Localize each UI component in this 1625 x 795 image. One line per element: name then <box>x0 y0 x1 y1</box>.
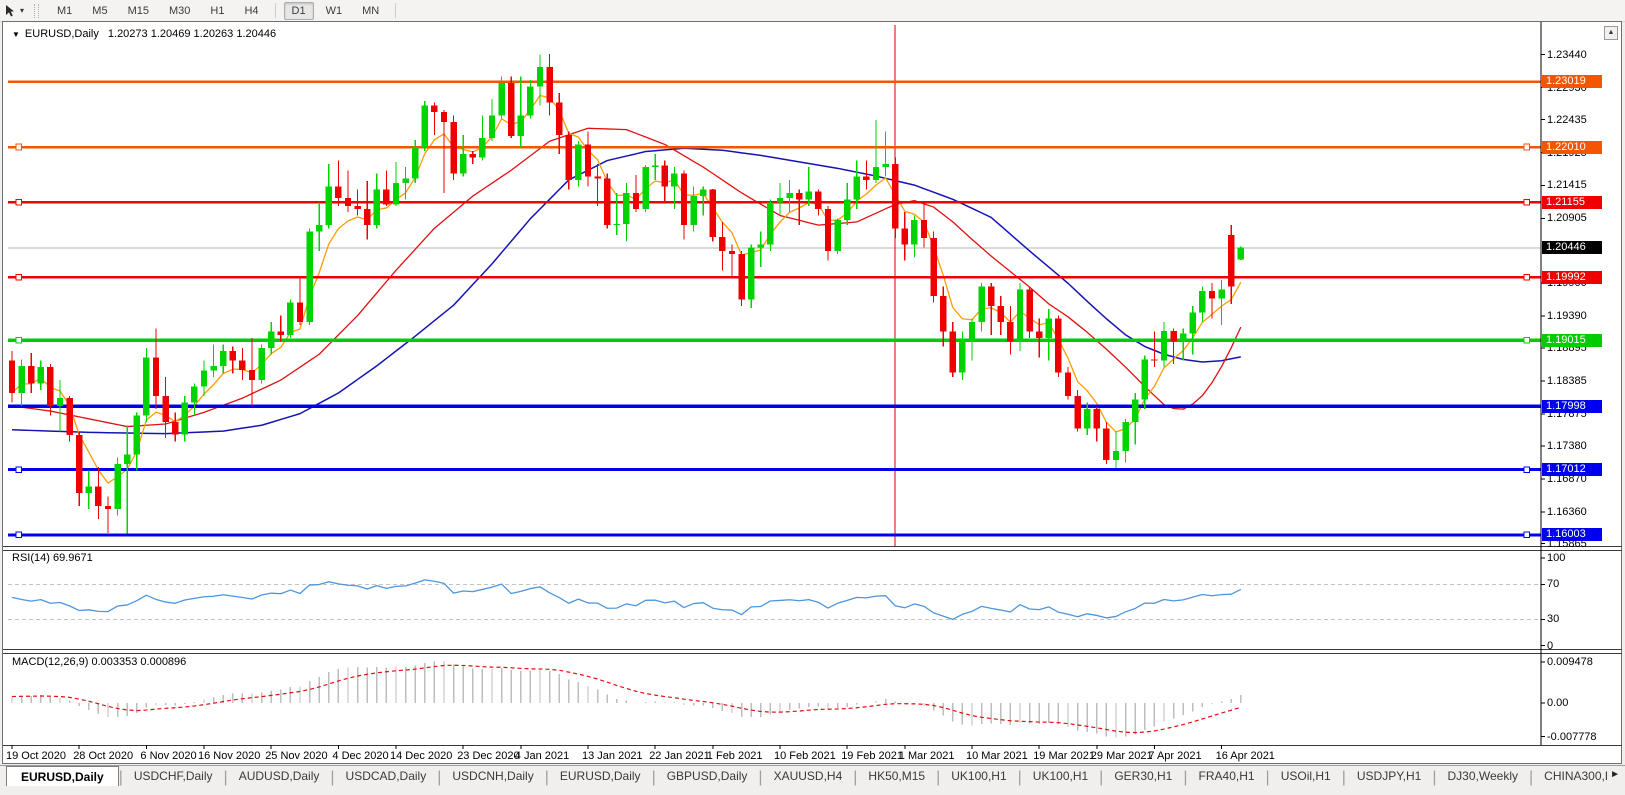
price-tag: 1.19015 <box>1542 334 1602 347</box>
rsi-indicator-label: RSI(14) 69.9671 <box>12 552 93 564</box>
price-tick-label: 1.23440 <box>1547 48 1587 61</box>
chart-tab-ger30-h1[interactable]: GER30,H1 <box>1103 766 1183 786</box>
macd-indicator-label: MACD(12,26,9) 0.003353 0.000896 <box>12 656 187 668</box>
date-label: 19 Feb 2021 <box>841 750 903 762</box>
chart-tab-eurusd-daily[interactable]: EURUSD,Daily <box>6 766 119 786</box>
price-tag: 1.22010 <box>1542 141 1602 154</box>
horizontal-level-lines[interactable] <box>8 80 1541 539</box>
level-line-handle[interactable] <box>1523 143 1531 151</box>
price-tick-label: 1.17380 <box>1547 439 1587 452</box>
chart-tab-usdcad-daily[interactable]: USDCAD,Daily <box>335 766 438 786</box>
rsi-line <box>11 579 1242 620</box>
date-label: 4 Jan 2021 <box>514 750 570 762</box>
level-line-handle[interactable] <box>1523 198 1531 206</box>
chart-header: ▼ EURUSD,Daily 1.20273 1.20469 1.20263 1.2… <box>12 28 276 40</box>
price-tag: 1.19992 <box>1542 271 1602 284</box>
fast-ma-line <box>11 94 1242 484</box>
level-line-handle[interactable] <box>15 531 23 539</box>
level-line-handle[interactable] <box>1523 466 1531 473</box>
rsi-level-label: 100 <box>1547 552 1566 564</box>
price-tick-label: 1.16360 <box>1547 505 1587 518</box>
date-label: 22 Jan 2021 <box>649 750 710 762</box>
chart-tab-usdjpy-h1[interactable]: USDJPY,H1 <box>1346 766 1432 786</box>
main-price-chart[interactable] <box>8 25 1541 546</box>
chart-tab-gbpusd-daily[interactable]: GBPUSD,Daily <box>656 766 759 786</box>
chart-scroll-up-button[interactable]: ▲ <box>1604 26 1618 40</box>
price-tick-label: 1.20905 <box>1547 212 1587 225</box>
chart-ohlc-values: 1.20273 1.20469 1.20263 1.20446 <box>107 28 277 40</box>
chart-tab-eurusd-daily[interactable]: EURUSD,Daily <box>549 766 652 786</box>
level-line-handle[interactable] <box>15 466 23 473</box>
level-line-handle[interactable] <box>15 143 23 151</box>
price-tag: 1.20446 <box>1542 241 1602 254</box>
chart-tab-bar: EURUSD,Daily | USDCHF,Daily | AUDUSD,Daily | U… <box>0 765 1625 786</box>
rsi-level-label: 30 <box>1547 613 1560 626</box>
level-line-handle[interactable] <box>1523 274 1531 281</box>
chart-collapse-icon[interactable]: ▼ <box>12 30 20 39</box>
price-tag: 1.23019 <box>1542 75 1602 88</box>
level-line-handle[interactable] <box>1523 337 1531 344</box>
price-tick-label: 1.19390 <box>1547 310 1587 323</box>
date-label: 23 Dec 2020 <box>457 750 520 762</box>
price-tag: 1.17012 <box>1542 463 1602 476</box>
macd-panel[interactable] <box>11 661 1242 738</box>
price-tick-label: 1.21415 <box>1547 179 1587 192</box>
date-label: 16 Nov 2020 <box>198 750 261 762</box>
date-label: 28 Oct 2020 <box>73 750 134 762</box>
chart-tab-usdcnh-daily[interactable]: USDCNH,Daily <box>441 766 544 786</box>
macd-axis-label: -0.007778 <box>1547 730 1597 743</box>
level-line-handle[interactable] <box>1523 531 1531 539</box>
date-label: 10 Mar 2021 <box>966 750 1028 762</box>
price-tick-label: 1.22435 <box>1547 113 1587 126</box>
tab-scroll-right-icon[interactable]: ► <box>1607 769 1623 780</box>
date-label: 1 Mar 2021 <box>898 750 955 762</box>
macd-axis-label: 0.009478 <box>1547 655 1593 668</box>
candlesticks <box>8 54 1244 534</box>
chart-tab-audusd-daily[interactable]: AUDUSD,Daily <box>228 766 331 786</box>
price-tag: 1.16003 <box>1542 528 1602 541</box>
date-label: 16 Apr 2021 <box>1215 750 1275 762</box>
level-line-handle[interactable] <box>15 198 23 206</box>
chart-tab-hk50-m15[interactable]: HK50,M15 <box>857 766 936 786</box>
date-label: 29 Mar 2021 <box>1090 750 1153 762</box>
chart-tab-uk100-h1[interactable]: UK100,H1 <box>1022 766 1099 786</box>
date-label: 19 Mar 2021 <box>1033 750 1095 762</box>
level-line-handle[interactable] <box>15 274 23 281</box>
rsi-level-label: 0 <box>1547 639 1554 652</box>
chart-canvas[interactable] <box>0 0 1625 795</box>
date-label: 25 Nov 2020 <box>265 750 328 762</box>
level-line-handle[interactable] <box>15 337 23 344</box>
date-label: 7 Apr 2021 <box>1148 750 1202 762</box>
date-label: 13 Jan 2021 <box>582 750 643 762</box>
price-tick-label: 1.18385 <box>1547 375 1587 388</box>
rsi-panel[interactable] <box>8 579 1541 620</box>
date-label: 19 Oct 2020 <box>6 750 66 762</box>
date-label: 10 Feb 2021 <box>774 750 836 762</box>
macd-axis-label: 0.00 <box>1547 697 1569 709</box>
chart-tab-dj30-weekly[interactable]: DJ30,Weekly <box>1437 766 1529 786</box>
chart-tab-uk100-h1[interactable]: UK100,H1 <box>940 766 1017 786</box>
trading-platform-window: ▾ M1 M5 M15 M30 H1 H4 D1 W1 MN ▼ EURUSD,Daily 1.20… <box>0 0 1625 795</box>
date-label: 4 Dec 2020 <box>332 750 389 762</box>
chart-symbol-title: EURUSD,Daily <box>24 28 99 40</box>
chart-tab-fra40-h1[interactable]: FRA40,H1 <box>1188 766 1266 786</box>
chart-tab-usdchf-daily[interactable]: USDCHF,Daily <box>123 766 224 786</box>
price-tag: 1.17998 <box>1542 400 1602 413</box>
chart-tab-usoil-h1[interactable]: USOil,H1 <box>1270 766 1342 786</box>
date-label: 14 Dec 2020 <box>390 750 453 762</box>
rsi-level-label: 70 <box>1547 578 1560 591</box>
date-label: 1 Feb 2021 <box>706 750 763 762</box>
macd-signal-line <box>11 664 1241 734</box>
chart-tab-xauusd-h4[interactable]: XAUUSD,H4 <box>763 766 854 786</box>
date-label: 6 Nov 2020 <box>140 750 197 762</box>
price-tag: 1.21155 <box>1542 196 1602 209</box>
